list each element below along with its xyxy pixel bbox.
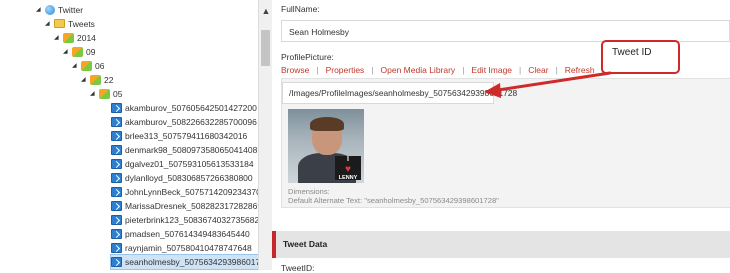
- tweetid-label: TweetID:: [281, 263, 315, 273]
- browse-link[interactable]: Browse: [281, 65, 309, 75]
- image-toolbar: Browse | Properties | Open Media Library | Edi…: [281, 65, 595, 75]
- tweet-item-icon: [111, 215, 122, 225]
- tree-node-label: 06: [95, 61, 105, 71]
- tree-item[interactable]: dylanlloyd_508306857266380800: [111, 171, 253, 185]
- expand-arrow-icon[interactable]: ◢: [81, 73, 90, 87]
- separator: |: [371, 65, 374, 75]
- photo-hair: [310, 117, 344, 131]
- tweet-id-callout: Tweet ID: [601, 40, 680, 74]
- tree-item-label: brlee313_507579411680342016: [125, 131, 248, 141]
- fullname-input[interactable]: Sean Holmesby: [281, 20, 730, 42]
- date-folder-icon: [90, 75, 101, 85]
- tree-node-month[interactable]: ◢ 09: [63, 45, 95, 59]
- tweet-item-icon: [111, 103, 122, 113]
- folder-icon: [54, 19, 65, 28]
- content-tree: ◢ Twitter ◢ Tweets ◢ 2014 ◢ 09 ◢ 06 ◢ 22 ◢ 05 a…: [0, 0, 276, 270]
- tweet-item-icon: [111, 145, 122, 155]
- edit-image-link[interactable]: Edit Image: [471, 65, 512, 75]
- fullname-label: FullName:: [281, 4, 320, 14]
- scroll-up-arrow-icon[interactable]: ▲: [259, 6, 273, 16]
- expand-arrow-icon[interactable]: ◢: [63, 45, 72, 59]
- expand-arrow-icon[interactable]: ◢: [45, 17, 54, 31]
- tree-item-label: denmark98_508097358065041408: [125, 145, 258, 155]
- tree-item-label: seanholmesby_507563429398601728: [125, 257, 270, 267]
- section-title: Tweet Data: [283, 239, 328, 249]
- callout-text: Tweet ID: [612, 47, 652, 58]
- scroll-thumb[interactable]: [261, 30, 270, 66]
- expand-arrow-icon[interactable]: ◢: [36, 3, 45, 17]
- tweet-item-icon: [111, 131, 122, 141]
- tweet-item-icon: [111, 117, 122, 127]
- tree-item-label: MarissaDresnek_508282317282869248: [125, 201, 277, 211]
- date-folder-icon: [63, 33, 74, 43]
- alt-text-label: Default Alternate Text: "seanholmesby_50…: [288, 196, 499, 205]
- tree-scrollbar[interactable]: ▲: [258, 0, 272, 270]
- tweet-item-icon: [111, 201, 122, 211]
- expand-arrow-icon[interactable]: ◢: [54, 31, 63, 45]
- tree-item-label: dgalvez01_507593105613533184: [125, 159, 254, 169]
- open-media-library-link[interactable]: Open Media Library: [381, 65, 456, 75]
- tree-item-selected[interactable]: seanholmesby_507563429398601728: [110, 254, 274, 270]
- tree-item-label: pieterbrink123_508367403273568256: [125, 215, 269, 225]
- expand-arrow-icon[interactable]: ◢: [90, 87, 99, 101]
- tree-item-label: dylanlloyd_508306857266380800: [125, 173, 253, 183]
- separator: |: [316, 65, 319, 75]
- separator: |: [519, 65, 522, 75]
- date-folder-icon: [81, 61, 92, 71]
- image-info: Dimensions: Default Alternate Text: "sea…: [288, 187, 499, 205]
- tree-node-twitter[interactable]: ◢ Twitter: [36, 3, 83, 17]
- tree-item[interactable]: akamburov_507605642501427200: [111, 101, 257, 115]
- dimensions-label: Dimensions:: [288, 187, 330, 196]
- tree-node-label: 22: [104, 75, 114, 85]
- date-folder-icon: [99, 89, 110, 99]
- tweet-item-icon: [111, 257, 122, 267]
- refresh-link[interactable]: Refresh: [565, 65, 595, 75]
- tweet-item-icon: [111, 187, 122, 197]
- clear-link[interactable]: Clear: [528, 65, 548, 75]
- properties-link[interactable]: Properties: [326, 65, 365, 75]
- date-folder-icon: [72, 47, 83, 57]
- tree-node-label: 09: [86, 47, 96, 57]
- separator: |: [462, 65, 465, 75]
- tree-item-label: JohnLynnBeck_507571420923437056: [125, 187, 271, 197]
- profile-picture-label: ProfilePicture:: [281, 52, 334, 62]
- tree-node-week[interactable]: ◢ 06: [72, 59, 104, 73]
- tree-item-label: akamburov_508226632285700096: [125, 117, 257, 127]
- tree-node-tweets[interactable]: ◢ Tweets: [45, 17, 95, 31]
- tree-node-label: 2014: [77, 33, 96, 43]
- tree-item[interactable]: pieterbrink123_508367403273568256: [111, 213, 269, 227]
- tweet-item-icon: [111, 173, 122, 183]
- expand-arrow-icon[interactable]: ◢: [72, 59, 81, 73]
- tree-node-label: Tweets: [68, 19, 95, 29]
- globe-icon: [45, 5, 55, 15]
- tree-item[interactable]: dgalvez01_507593105613533184: [111, 157, 254, 171]
- tree-item-label: akamburov_507605642501427200: [125, 103, 257, 113]
- tree-node-label: 05: [113, 89, 123, 99]
- badge-text: LENNY: [338, 175, 358, 181]
- image-field: /Images/ProfileImages/seanholmesby_50756…: [281, 78, 730, 208]
- tree-node-label: Twitter: [58, 5, 84, 15]
- tweet-data-section-header[interactable]: Tweet Data: [272, 231, 730, 258]
- separator: |: [555, 65, 558, 75]
- tree-item-label: pmadsen_507614349483645440: [125, 229, 250, 239]
- tree-item-label: raynjamin_507580410478747648: [125, 243, 252, 253]
- tree-item[interactable]: JohnLynnBeck_507571420923437056: [111, 185, 270, 199]
- profile-image-thumbnail[interactable]: I ♥ LENNY: [288, 109, 364, 183]
- tree-node-year[interactable]: ◢ 2014: [54, 31, 96, 45]
- tweet-item-icon: [111, 229, 122, 239]
- tweet-item-icon: [111, 159, 122, 169]
- tree-item[interactable]: pmadsen_507614349483645440: [111, 227, 250, 241]
- i-love-lenny-badge: I ♥ LENNY: [335, 156, 361, 181]
- tweet-item-icon: [111, 243, 122, 253]
- tree-node-day[interactable]: ◢ 22: [81, 73, 113, 87]
- tree-node-hour[interactable]: ◢ 05: [90, 87, 122, 101]
- tree-item[interactable]: raynjamin_507580410478747648: [111, 241, 252, 255]
- tree-item[interactable]: akamburov_508226632285700096: [111, 115, 257, 129]
- tree-item[interactable]: MarissaDresnek_508282317282869248: [111, 199, 276, 213]
- tree-item[interactable]: brlee313_507579411680342016: [111, 129, 247, 143]
- image-path-field[interactable]: /Images/ProfileImages/seanholmesby_50756…: [282, 82, 517, 104]
- tree-item[interactable]: denmark98_508097358065041408: [111, 143, 257, 157]
